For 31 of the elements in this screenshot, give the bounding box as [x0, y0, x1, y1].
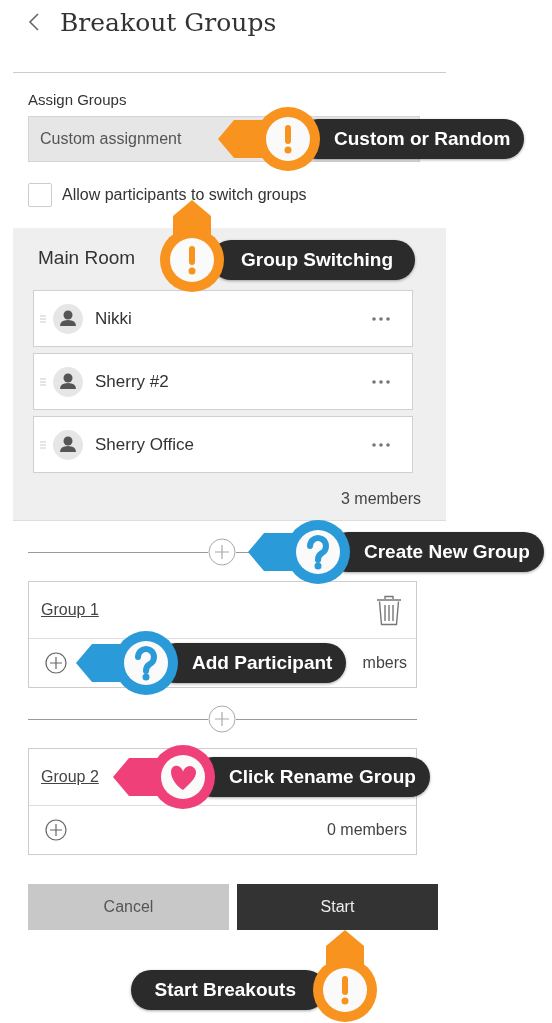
start-button[interactable]: Start [237, 884, 438, 930]
group-name-link[interactable]: Group 2 [41, 768, 99, 786]
participant-row[interactable]: Sherry Office [33, 416, 413, 473]
more-icon[interactable] [372, 316, 390, 321]
more-icon[interactable] [372, 379, 390, 384]
back-icon[interactable] [28, 12, 40, 32]
member-count: 3 members [340, 489, 421, 509]
participant-row[interactable]: Sherry #2 [33, 353, 413, 410]
participant-row[interactable]: Nikki [33, 290, 413, 347]
page-title: Breakout Groups [60, 7, 277, 37]
drag-handle-icon[interactable] [40, 314, 46, 323]
member-count: 0 members [326, 821, 407, 839]
group-name-link[interactable]: Group 1 [41, 601, 99, 619]
add-participant-button[interactable] [45, 652, 67, 674]
checkbox-label: Allow participants to switch groups [62, 186, 307, 204]
drag-handle-icon[interactable] [40, 377, 46, 386]
add-participant-button[interactable] [45, 819, 67, 841]
drag-handle-icon[interactable] [40, 440, 46, 449]
checkbox[interactable] [28, 183, 52, 207]
participant-name: Sherry Office [95, 434, 195, 455]
room-title: Main Room [38, 246, 136, 270]
field-label: Assign Groups [28, 91, 128, 109]
participant-name: Sherry #2 [95, 371, 170, 392]
trash-icon[interactable] [376, 594, 402, 626]
more-icon[interactable] [372, 442, 390, 447]
member-count: mbers [362, 654, 407, 672]
participant-name: Nikki [95, 308, 133, 329]
avatar-icon [53, 429, 83, 460]
avatar-icon [53, 303, 83, 334]
cancel-button[interactable]: Cancel [28, 884, 229, 930]
avatar-icon [53, 366, 83, 397]
